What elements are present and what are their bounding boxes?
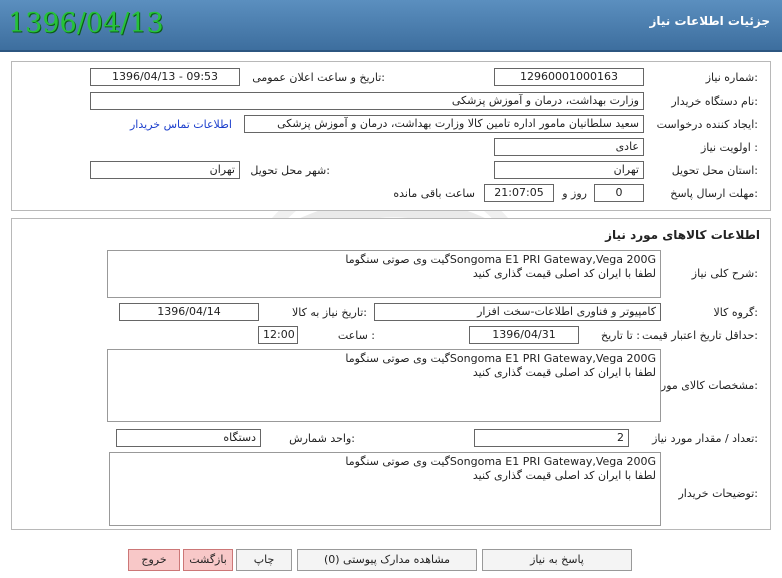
time-left-field: 21:07:05 — [484, 184, 554, 202]
to-date-field: 1396/04/31 — [469, 326, 579, 344]
qty-field: 2 — [474, 429, 629, 447]
general-info-panel: شماره نیاز: 12960001000163 تاریخ و ساعت … — [11, 61, 771, 211]
need-number-label: شماره نیاز: — [705, 71, 758, 84]
reply-button[interactable]: پاسخ به نیاز — [482, 549, 632, 571]
goods-info-panel: اطلاعات کالاهای مورد نیاز شرح کلی نیاز: … — [11, 218, 771, 530]
city-label: شهر محل تحویل: — [250, 164, 330, 177]
to-date-label: تا تاریخ : — [601, 329, 640, 342]
unit-field: دستگاه — [116, 429, 261, 447]
hour-field: 12:00 — [258, 326, 298, 344]
need-number-field: 12960001000163 — [494, 68, 644, 86]
spec-line-2: لطفا با ایران کد اصلی قیمت گذاری کنید — [472, 366, 656, 379]
need-date-field: 1396/04/14 — [119, 303, 259, 321]
city-field: تهران — [90, 161, 240, 179]
spec-line-1: Songoma E1 PRI Gateway,Vega 200Gگیت وی ص… — [345, 352, 656, 365]
buyer-notes-textarea: Songoma E1 PRI Gateway,Vega 200Gگیت وی ص… — [109, 452, 661, 526]
spec-textarea: Songoma E1 PRI Gateway,Vega 200Gگیت وی ص… — [107, 349, 661, 422]
days-unit-label: روز و — [562, 187, 587, 200]
priority-field: عادی — [494, 138, 644, 156]
desc-line-1: Songoma E1 PRI Gateway,Vega 200Gگیت وی ص… — [345, 253, 656, 266]
buyer-contact-link[interactable]: اطلاعات تماس خریدار — [130, 118, 232, 131]
unit-label: واحد شمارش: — [289, 432, 355, 445]
desc-line-2: لطفا با ایران کد اصلی قیمت گذاری کنید — [472, 267, 656, 280]
desc-label: شرح کلی نیاز: — [691, 267, 758, 280]
group-field: کامپیوتر و فناوری اطلاعات-سخت افزار — [374, 303, 661, 321]
priority-label: اولویت نیاز : — [700, 141, 758, 154]
header-bar: 1396/04/13 جزئیات اطلاعات نیاز — [0, 0, 782, 52]
creator-label: ایجاد کننده درخواست: — [656, 118, 758, 131]
desc-textarea: Songoma E1 PRI Gateway,Vega 200Gگیت وی ص… — [107, 250, 661, 298]
print-button[interactable]: چاپ — [236, 549, 292, 571]
notes-line-2: لطفا با ایران کد اصلی قیمت گذاری کنید — [472, 469, 656, 482]
exit-button[interactable]: خروج — [128, 549, 180, 571]
attachments-button[interactable]: مشاهده مدارک پیوستی (0) — [297, 549, 477, 571]
province-field: تهران — [494, 161, 644, 179]
announce-label: تاریخ و ساعت اعلان عمومی: — [252, 71, 385, 84]
time-left-label: ساعت باقی مانده — [393, 187, 475, 200]
goods-section-title: اطلاعات کالاهای مورد نیاز — [605, 228, 760, 242]
header-date: 1396/04/13 — [8, 8, 164, 39]
qty-label: تعداد / مقدار مورد نیاز: — [652, 432, 758, 445]
buyer-notes-label: توضیحات خریدار: — [678, 487, 759, 500]
need-date-label: تاریخ نیاز به کالا: — [292, 306, 367, 319]
buyer-field: وزارت بهداشت، درمان و آموزش پزشکی — [90, 92, 644, 110]
buyer-label: نام دستگاه خریدار: — [671, 95, 758, 108]
days-field: 0 — [594, 184, 644, 202]
province-label: استان محل تحویل: — [671, 164, 758, 177]
hour-label: ساعت : — [337, 329, 375, 342]
deadline-label: مهلت ارسال پاسخ: — [670, 187, 758, 200]
creator-field: سعید سلطانیان مامور اداره تامین کالا وزا… — [244, 115, 644, 133]
back-button[interactable]: بازگشت — [183, 549, 233, 571]
announce-field: 1396/04/13 - 09:53 — [90, 68, 240, 86]
validity-label: حداقل تاریخ اعتبار قیمت: — [642, 329, 758, 342]
group-label: گروه کالا: — [713, 306, 758, 319]
page-title: جزئیات اطلاعات نیاز — [649, 14, 770, 28]
notes-line-1: Songoma E1 PRI Gateway,Vega 200Gگیت وی ص… — [345, 455, 656, 468]
